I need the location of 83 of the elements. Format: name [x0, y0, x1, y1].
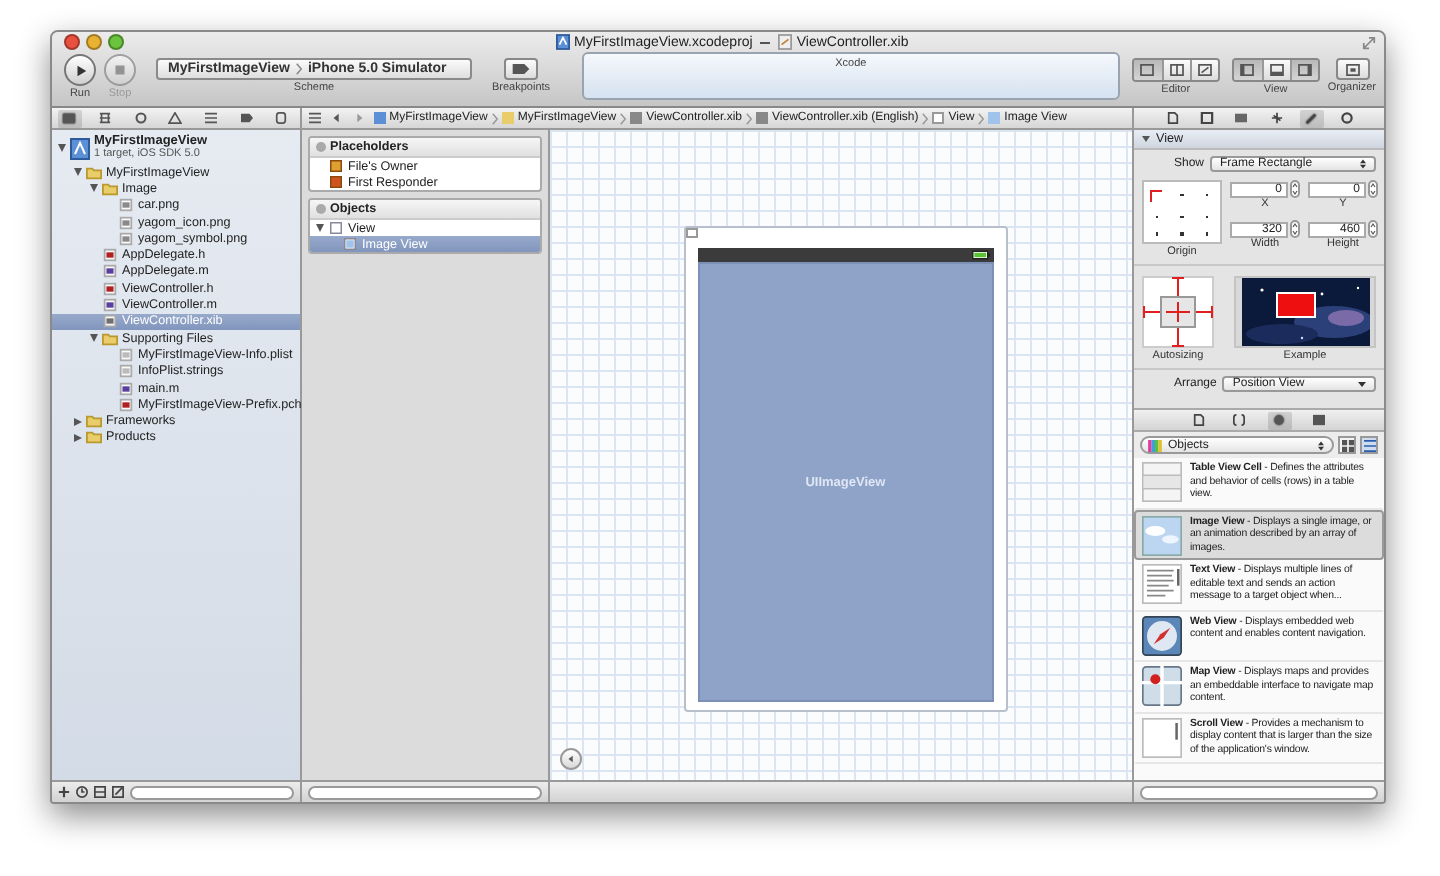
attributes-tab-icon	[1269, 112, 1284, 124]
size-tab-icon	[1304, 112, 1319, 124]
issue-tab-icon	[168, 112, 183, 124]
view-frame-preview	[1276, 292, 1316, 318]
chevron-icon	[295, 62, 302, 76]
bottom-pane-toggle[interactable]	[1261, 60, 1290, 80]
log-tab-icon	[274, 112, 289, 124]
updown-arrows-icon	[1360, 158, 1366, 170]
stepper-icon[interactable]	[1290, 180, 1300, 198]
file-tab-icon	[1192, 414, 1206, 426]
filter-field[interactable]	[1140, 785, 1378, 799]
editor-mode-icon	[1169, 64, 1184, 76]
map-object-icon	[1142, 666, 1182, 706]
arrow-icon	[566, 754, 577, 764]
editor-mode-icon	[1140, 64, 1155, 76]
play-icon	[73, 63, 87, 77]
outline-toggle-button[interactable]	[560, 748, 583, 770]
document-icon	[778, 34, 793, 50]
organizer-button[interactable]	[1336, 58, 1371, 80]
identity-tab-icon	[1234, 112, 1249, 124]
text-object-icon	[1142, 564, 1182, 604]
right-pane-toggle[interactable]	[1289, 60, 1318, 80]
window-icon	[1346, 63, 1361, 75]
pane-layout-icon	[1240, 64, 1255, 76]
symbol-tab-icon	[97, 112, 112, 124]
filter-field[interactable]	[307, 785, 543, 799]
web-object-icon	[1142, 615, 1182, 655]
icon-view-button[interactable]	[1338, 436, 1356, 454]
breakpoint-tab-icon	[239, 112, 254, 124]
image-object-icon	[1142, 515, 1182, 555]
back-arrow-icon[interactable]	[329, 112, 344, 124]
color-bars-icon	[1148, 439, 1162, 451]
breakpoint-icon	[512, 64, 531, 74]
file-tab-icon	[1165, 112, 1180, 124]
snippet-tab-icon	[1232, 414, 1246, 426]
connections-tab-icon	[1339, 112, 1354, 124]
help-tab-icon	[1199, 112, 1214, 124]
pane-layout-icon	[1297, 64, 1312, 76]
related-items-icon[interactable]	[307, 112, 322, 124]
project-icon	[70, 137, 90, 159]
object-library-tab[interactable]	[1267, 411, 1291, 429]
version-editor-button[interactable]	[1189, 60, 1218, 80]
stepper-icon[interactable]	[1368, 180, 1378, 198]
resize-handle[interactable]	[685, 228, 698, 238]
autosizing-drawing[interactable]	[1142, 276, 1214, 348]
left-pane-toggle[interactable]	[1233, 60, 1262, 80]
minimize-button[interactable]	[86, 34, 102, 50]
assistant-editor-button[interactable]	[1161, 60, 1190, 80]
media-library-tab[interactable]	[1307, 411, 1331, 429]
list-icon	[1363, 439, 1375, 451]
filter-field[interactable]	[130, 785, 294, 799]
dropdown-arrow-icon	[1358, 380, 1366, 388]
scroll-object-icon	[1142, 717, 1182, 757]
media-tab-icon	[1312, 414, 1326, 426]
stop-icon	[114, 64, 126, 76]
editor-mode-icon	[1197, 64, 1212, 76]
search-tab-icon	[133, 112, 148, 124]
pane-layout-icon	[1269, 64, 1284, 76]
size-inspector-tab[interactable]	[1299, 109, 1324, 127]
snippet-library-tab[interactable]	[1227, 411, 1251, 429]
clock-icon[interactable]	[76, 786, 88, 798]
issue-navigator-tab[interactable]	[163, 109, 188, 127]
stepper-icon[interactable]	[1290, 220, 1300, 238]
debug-tab-icon	[203, 112, 218, 124]
run-button[interactable]	[64, 54, 96, 86]
add-icon[interactable]	[58, 786, 70, 798]
stepper-icon[interactable]	[1368, 220, 1378, 238]
project-file-icon	[556, 34, 570, 50]
object-tab-icon	[1272, 414, 1286, 426]
grid-icon[interactable]	[94, 786, 106, 798]
origin-grid[interactable]	[1142, 180, 1222, 244]
close-button[interactable]	[64, 34, 80, 50]
battery-icon	[971, 250, 990, 260]
list-view-button[interactable]	[1360, 436, 1378, 454]
updown-arrows-icon	[1318, 439, 1324, 451]
grid-icon	[1341, 439, 1353, 451]
standard-editor-button[interactable]	[1133, 60, 1162, 80]
project-navigator-tab[interactable]	[57, 109, 82, 127]
edit-icon[interactable]	[112, 786, 124, 798]
zoom-button[interactable]	[108, 34, 124, 50]
fullscreen-icon[interactable]	[1362, 35, 1376, 49]
breakpoints-button[interactable]	[504, 58, 539, 80]
project-tab-icon	[62, 112, 77, 124]
